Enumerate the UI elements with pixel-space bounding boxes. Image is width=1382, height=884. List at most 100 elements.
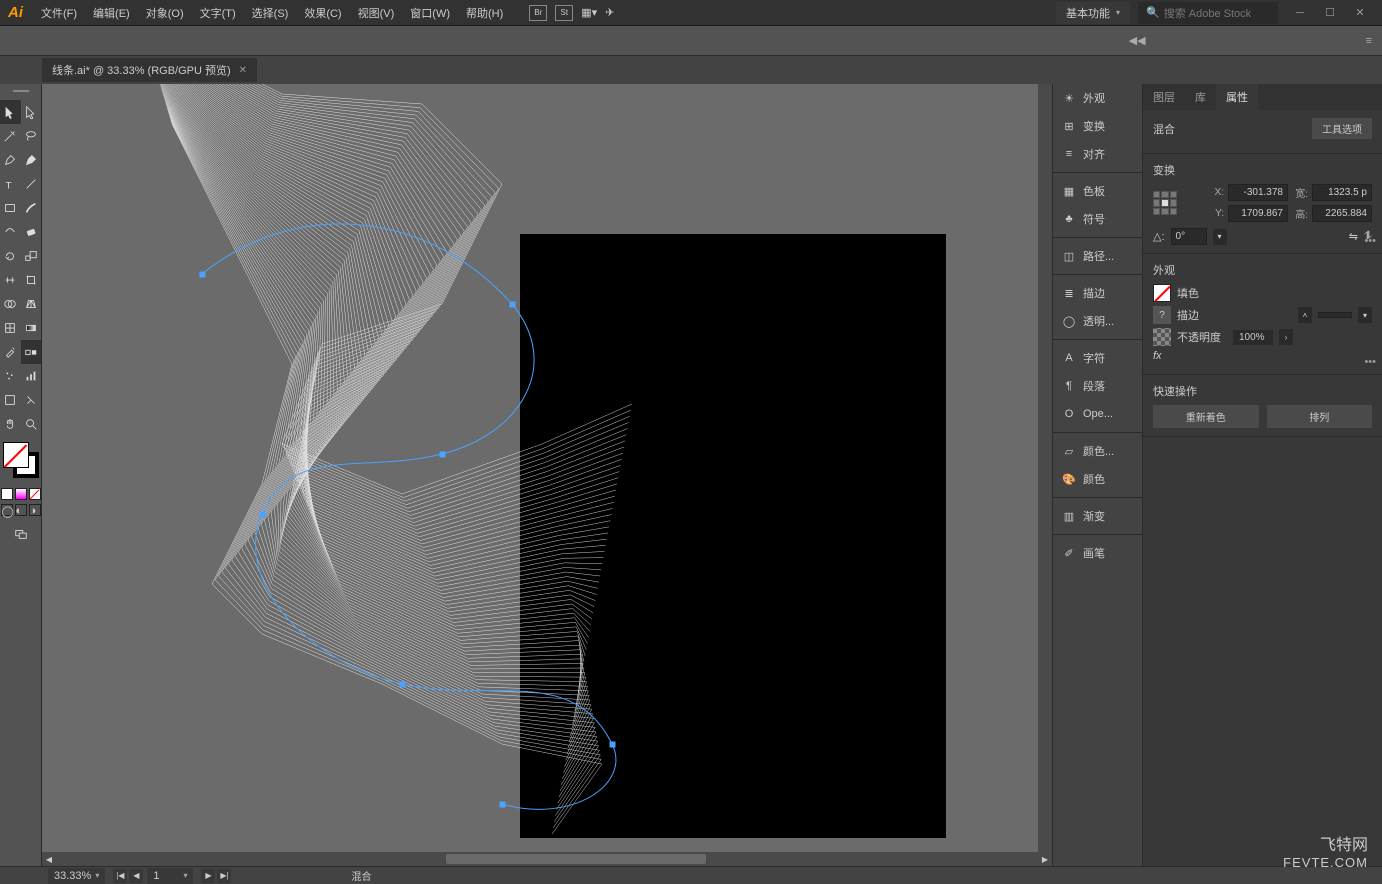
rotation-field[interactable]: 0°: [1171, 228, 1207, 245]
rectangle-tool[interactable]: [0, 196, 21, 220]
menu-effect[interactable]: 效果(C): [298, 1, 347, 25]
tab-properties[interactable]: 属性: [1216, 84, 1258, 110]
rotate-tool[interactable]: [0, 244, 21, 268]
dock-字符[interactable]: A字符: [1053, 346, 1142, 370]
opacity-arrow[interactable]: ›: [1279, 329, 1293, 345]
more-options-icon[interactable]: •••: [1364, 235, 1376, 247]
mesh-tool[interactable]: [0, 316, 21, 340]
reference-point[interactable]: [1153, 191, 1177, 215]
h-field[interactable]: 2265.884: [1312, 205, 1372, 222]
lasso-tool[interactable]: [21, 124, 42, 148]
recolor-button[interactable]: 重新着色: [1153, 405, 1259, 428]
menu-edit[interactable]: 编辑(E): [87, 1, 136, 25]
stock-search[interactable]: 🔍搜索 Adobe Stock: [1138, 2, 1278, 24]
tab-layers[interactable]: 图层: [1143, 84, 1185, 110]
screen-mode[interactable]: [0, 522, 42, 546]
close-tab-icon[interactable]: ✕: [239, 65, 247, 76]
flip-h-icon[interactable]: ⇋: [1349, 230, 1358, 243]
dock-符号[interactable]: ♣符号: [1053, 207, 1142, 231]
x-field[interactable]: -301.378: [1228, 184, 1288, 201]
pen-tool[interactable]: [0, 148, 21, 172]
free-transform-tool[interactable]: [21, 268, 42, 292]
stroke-swatch[interactable]: ?: [1153, 306, 1171, 324]
workspace-switcher[interactable]: 基本功能▾: [1056, 2, 1130, 24]
close-button[interactable]: ✕: [1346, 3, 1374, 23]
gpu-icon[interactable]: ✈: [605, 6, 614, 19]
menu-help[interactable]: 帮助(H): [460, 1, 509, 25]
eyedropper-tool[interactable]: [0, 340, 21, 364]
selection-tool[interactable]: [0, 100, 21, 124]
stroke-weight-up[interactable]: ˄: [1298, 307, 1312, 323]
menu-view[interactable]: 视图(V): [352, 1, 401, 25]
scale-tool[interactable]: [21, 244, 42, 268]
dock-描边[interactable]: ≣描边: [1053, 281, 1142, 305]
menu-file[interactable]: 文件(F): [35, 1, 83, 25]
fill-stroke[interactable]: [3, 442, 39, 478]
canvas[interactable]: [42, 84, 1052, 866]
draw-behind[interactable]: ◐: [15, 504, 27, 516]
horizontal-scrollbar[interactable]: ◀ ▶: [42, 852, 1052, 866]
scroll-left-icon[interactable]: ◀: [42, 852, 56, 866]
fill-swatch[interactable]: [1153, 284, 1171, 302]
minimize-button[interactable]: ─: [1286, 3, 1314, 23]
dock-透明...[interactable]: ◯透明...: [1053, 309, 1142, 333]
menu-type[interactable]: 文字(T): [194, 1, 242, 25]
tool-options-button[interactable]: 工具选项: [1312, 118, 1372, 139]
dock-色板[interactable]: ▦色板: [1053, 179, 1142, 203]
document-tab[interactable]: 线条.ai* @ 33.33% (RGB/GPU 预览) ✕: [42, 58, 257, 82]
panel-menu-icon[interactable]: ≡: [1366, 35, 1372, 47]
zoom-tool[interactable]: [21, 412, 42, 436]
tab-libraries[interactable]: 库: [1185, 84, 1216, 110]
blend-tool[interactable]: [21, 340, 42, 364]
shaper-tool[interactable]: [0, 220, 21, 244]
perspective-tool[interactable]: [21, 292, 42, 316]
magic-wand-tool[interactable]: [0, 124, 21, 148]
menu-window[interactable]: 窗口(W): [404, 1, 456, 25]
scroll-right-icon[interactable]: ▶: [1038, 852, 1052, 866]
color-swatch[interactable]: [1, 488, 13, 500]
bridge-icon[interactable]: Br: [529, 5, 547, 21]
dock-画笔[interactable]: ✐画笔: [1053, 541, 1142, 565]
opacity-swatch[interactable]: [1153, 328, 1171, 346]
dock-Ope...[interactable]: OOpe...: [1053, 402, 1142, 426]
direct-selection-tool[interactable]: [21, 100, 42, 124]
vertical-scrollbar[interactable]: [1038, 84, 1052, 852]
last-artboard-icon[interactable]: ▶|: [217, 869, 231, 883]
graph-tool[interactable]: [21, 364, 42, 388]
symbol-sprayer-tool[interactable]: [0, 364, 21, 388]
gradient-swatch[interactable]: [15, 488, 27, 500]
expand-icon[interactable]: ◀◀: [1129, 34, 1146, 47]
dock-颜色...[interactable]: ▱颜色...: [1053, 439, 1142, 463]
arrange-icon[interactable]: ▦▾: [581, 6, 597, 19]
prev-artboard-icon[interactable]: ◀: [129, 869, 143, 883]
artboard-tool[interactable]: [0, 388, 21, 412]
panel-handle[interactable]: [6, 90, 36, 96]
next-artboard-icon[interactable]: ▶: [201, 869, 215, 883]
stock-icon[interactable]: St: [555, 5, 573, 21]
opacity-field[interactable]: 100%: [1233, 330, 1273, 345]
line-tool[interactable]: [21, 172, 42, 196]
shape-builder-tool[interactable]: [0, 292, 21, 316]
paintbrush-tool[interactable]: [21, 196, 42, 220]
none-swatch[interactable]: [29, 488, 41, 500]
dock-外观[interactable]: ☀外观: [1053, 86, 1142, 110]
fx-button[interactable]: fx: [1153, 350, 1162, 362]
stroke-profile[interactable]: ▾: [1358, 307, 1372, 323]
arrange-button[interactable]: 排列: [1267, 405, 1373, 428]
dock-段落[interactable]: ¶段落: [1053, 374, 1142, 398]
maximize-button[interactable]: ☐: [1316, 3, 1344, 23]
more-appearance-icon[interactable]: •••: [1364, 356, 1376, 368]
dock-路径...[interactable]: ◫路径...: [1053, 244, 1142, 268]
type-tool[interactable]: T: [0, 172, 21, 196]
slice-tool[interactable]: [21, 388, 42, 412]
artboard-nav[interactable]: 1▾: [147, 868, 193, 884]
zoom-dropdown[interactable]: 33.33%▾: [48, 868, 105, 884]
stroke-weight[interactable]: [1318, 312, 1352, 318]
eraser-tool[interactable]: [21, 220, 42, 244]
draw-inside[interactable]: ◑: [29, 504, 41, 516]
first-artboard-icon[interactable]: |◀: [113, 869, 127, 883]
menu-select[interactable]: 选择(S): [246, 1, 295, 25]
dock-对齐[interactable]: ≡对齐: [1053, 142, 1142, 166]
dock-颜色[interactable]: 🎨颜色: [1053, 467, 1142, 491]
w-field[interactable]: 1323.5 p: [1312, 184, 1372, 201]
